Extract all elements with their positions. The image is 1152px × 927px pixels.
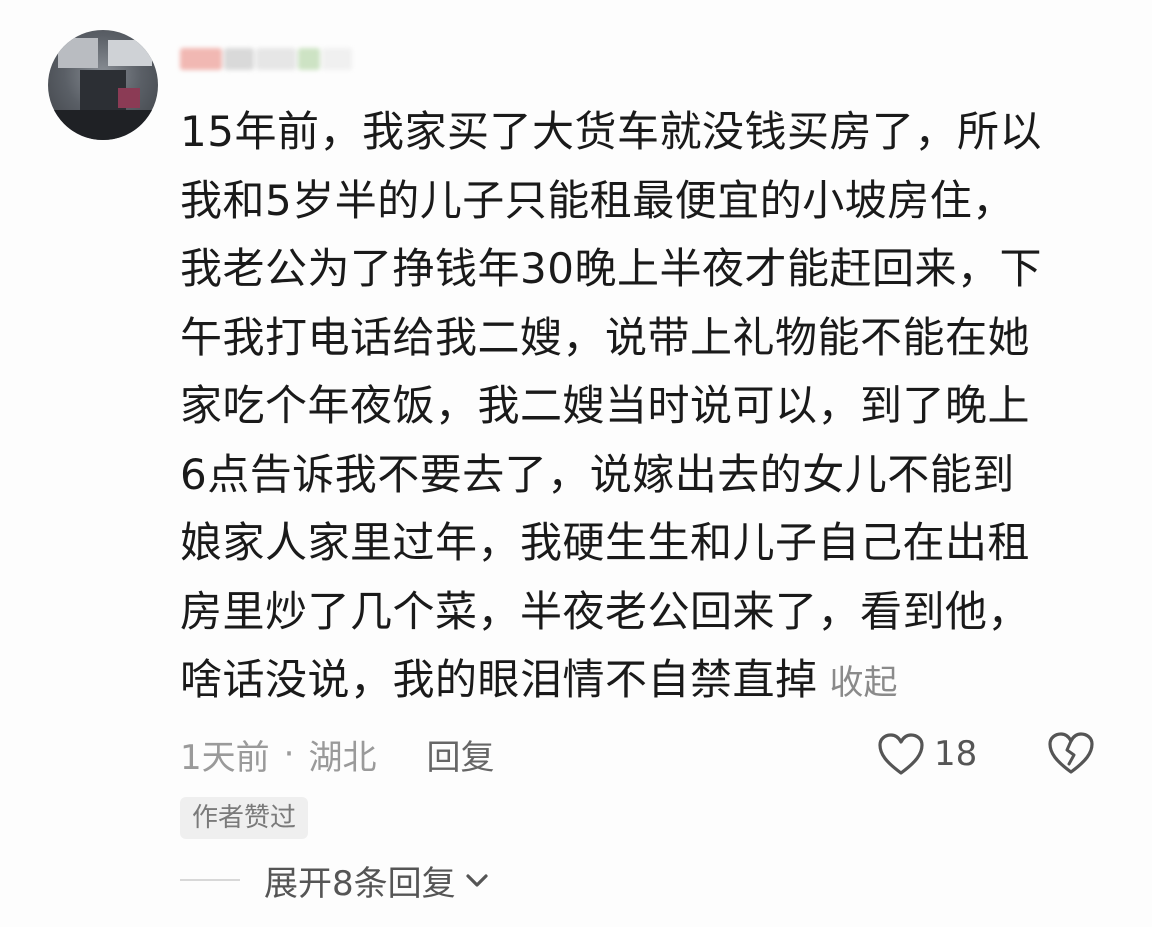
- expand-replies-row: 展开8条回复: [180, 855, 492, 905]
- comment-meta: 1天前 · 湖北 回复: [180, 726, 494, 782]
- comment-time: 1天前: [180, 737, 270, 778]
- comment-text: 15年前，我家买了大货车就没钱买房了，所以 我和5岁半的儿子只能租最便宜的小坡房…: [180, 98, 1095, 718]
- comment-line: 啥话没说，我的眼泪情不自禁直掉: [180, 655, 818, 704]
- like-button[interactable]: 18: [876, 728, 977, 780]
- reply-button[interactable]: 回复: [426, 730, 494, 779]
- comment-line: 娘家人家里过年，我硬生生和儿子自己在出租: [180, 518, 1031, 567]
- comment-location: 湖北: [308, 737, 377, 778]
- username-blurred[interactable]: [180, 42, 380, 78]
- avatar-blur-block: [48, 110, 158, 140]
- divider: [180, 879, 240, 881]
- avatar-blur-block: [118, 88, 140, 108]
- author-liked-badge: 作者赞过: [180, 797, 309, 839]
- avatar-blur-block: [58, 38, 98, 68]
- like-count: 18: [934, 734, 978, 774]
- comment-line: 我和5岁半的儿子只能租最便宜的小坡房住，: [180, 175, 1015, 225]
- comment-line: 房里炒了几个菜，半夜老公回来了，看到他，: [180, 586, 1031, 636]
- avatar-blur-block: [108, 40, 152, 66]
- meta-separator: ·: [283, 734, 295, 774]
- comment-line: 15年前，我家买了大货车就没钱买房了，所以: [180, 107, 1042, 156]
- chevron-down-icon: [466, 874, 488, 887]
- comment-last-line: 啥话没说，我的眼泪情不自禁直掉 收起: [180, 646, 1095, 718]
- avatar[interactable]: [48, 30, 158, 140]
- broken-heart-icon[interactable]: [1046, 730, 1096, 776]
- comment-line: 6点告诉我不要去了，说嫁出去的女儿不能到: [180, 449, 1015, 499]
- comment-line: 我老公为了挣钱年30晚上半夜才能赶回来，下: [180, 244, 1042, 293]
- heart-outline-icon: [878, 733, 924, 775]
- expand-replies-button[interactable]: 展开8条回复: [264, 856, 492, 905]
- comment-card: 15年前，我家买了大货车就没钱买房了，所以 我和5岁半的儿子只能租最便宜的小坡房…: [0, 0, 1152, 927]
- collapse-button[interactable]: 收起: [830, 663, 898, 703]
- comment-line: 家吃个年夜饭，我二嫂当时说可以，到了晚上: [180, 381, 1031, 430]
- expand-replies-label: 展开8条回复: [264, 863, 456, 904]
- comment-line: 午我打电话给我二嫂，说带上礼物能不能在她: [180, 312, 1031, 362]
